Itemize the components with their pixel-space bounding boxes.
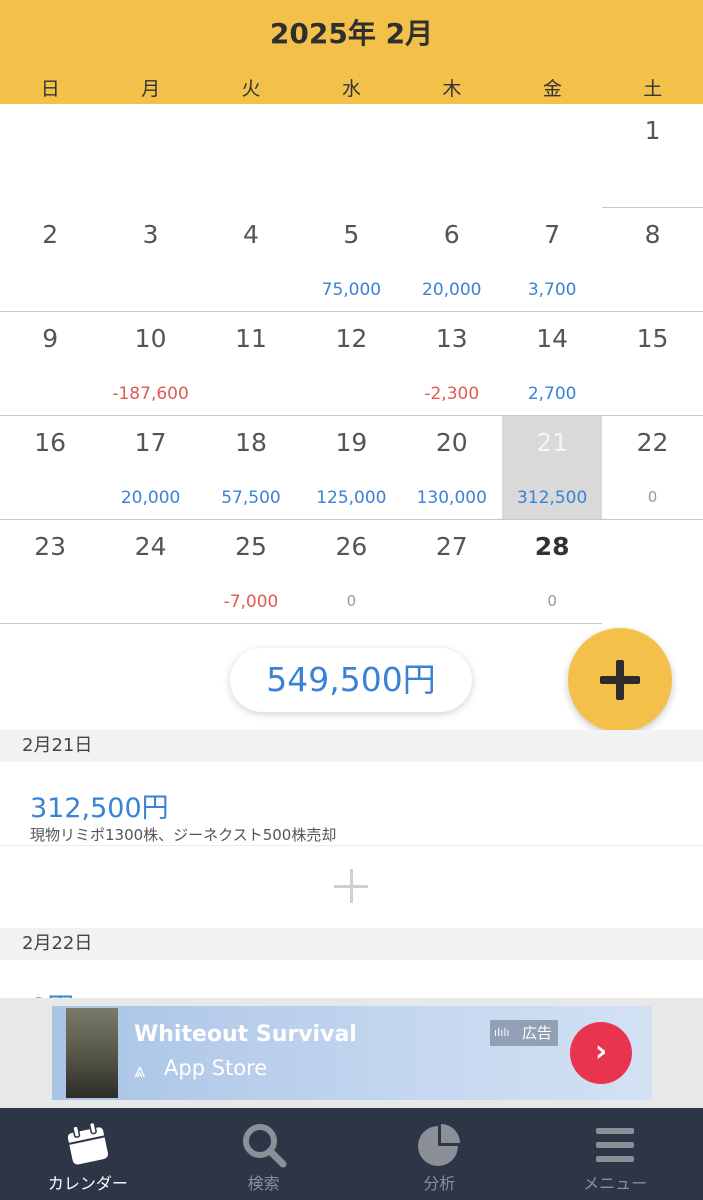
weekday-fri: 金	[542, 78, 562, 100]
calendar-day[interactable]: 27	[401, 520, 502, 624]
add-entry-row[interactable]	[0, 846, 703, 928]
calendar-week: 1	[0, 104, 703, 208]
calendar-day	[100, 104, 200, 208]
weekday-sat: 土	[643, 78, 663, 100]
calendar-day[interactable]: 25 -7,000	[200, 520, 302, 624]
calendar-day	[301, 104, 401, 208]
ad-badge: ıIılı 広告	[490, 1020, 558, 1046]
calendar-day[interactable]: 8	[602, 208, 703, 312]
calendar-day[interactable]: 1	[602, 104, 703, 208]
calendar-day[interactable]: 17 20,000	[100, 416, 201, 520]
plus-icon-vertical	[616, 660, 624, 700]
calendar-day-today[interactable]: 28 0	[501, 520, 603, 624]
section-date-header: 2月22日	[0, 928, 703, 960]
calendar-day[interactable]: 11	[200, 312, 302, 416]
section-date-header: 2月21日	[0, 730, 703, 762]
calendar-week: 2 3 4 5 75,000 6 20,000 7 3,700 8	[0, 208, 703, 312]
entry-row[interactable]: 312,500円 現物リミポ1300株、ジーネクスト500株売却	[0, 762, 703, 846]
entry-note: 現物リミポ1300株、ジーネクスト500株売却	[30, 826, 337, 844]
ad-open-button[interactable]: ›	[570, 1022, 632, 1084]
tab-label: 分析	[423, 1174, 456, 1193]
calendar-week: 23 24 25 -7,000 26 0 27 28 0	[0, 520, 703, 624]
tab-analysis[interactable]: 分析	[352, 1108, 528, 1200]
calendar-day[interactable]: 18 57,500	[200, 416, 302, 520]
calendar-day[interactable]: 5 75,000	[301, 208, 402, 312]
tab-menu[interactable]: メニュー	[527, 1108, 703, 1200]
calendar-day[interactable]: 14 2,700	[501, 312, 603, 416]
calendar-day[interactable]: 4	[200, 208, 302, 312]
calendar-day[interactable]: 20 130,000	[401, 416, 502, 520]
weekday-sun: 日	[40, 78, 60, 100]
calendar-day-selected[interactable]: 21 312,500	[501, 416, 603, 520]
ad-thumbnail	[66, 1008, 118, 1098]
calendar-day[interactable]: 23	[0, 520, 101, 624]
menu-icon	[596, 1128, 635, 1162]
search-icon	[242, 1124, 287, 1168]
weekday-row: 日 月 火 水 木 金 土	[0, 74, 703, 104]
entry-amount: 312,500円	[30, 793, 169, 824]
weekday-thu: 木	[442, 78, 462, 100]
calendar-day[interactable]: 10 -187,600	[100, 312, 201, 416]
calendar-grid: 1 2 3 4 5 75,000 6 20,000 7 3,700 8 9 10 -18…	[0, 104, 703, 624]
calendar-day[interactable]: 2	[0, 208, 101, 312]
calendar-day[interactable]: 9	[0, 312, 101, 416]
calendar-day[interactable]: 19 125,000	[301, 416, 402, 520]
app-store-icon: ⩓	[134, 1058, 146, 1082]
weekday-mon: 月	[141, 78, 161, 100]
ad-banner-area: Whiteout Survival ⩓ App Store ıIılı 広告 ›	[0, 998, 703, 1108]
calendar-day[interactable]: 16	[0, 416, 101, 520]
calendar-day	[502, 104, 602, 208]
month-title[interactable]: 2025年 2月	[0, 12, 703, 52]
ad-banner[interactable]: Whiteout Survival ⩓ App Store ıIılı 広告 ›	[52, 1006, 652, 1100]
calendar-day	[602, 520, 702, 624]
calendar-day[interactable]: 12	[301, 312, 402, 416]
total-area: 549,500円	[0, 624, 703, 732]
calendar-day[interactable]: 15	[602, 312, 703, 416]
calendar-day[interactable]: 3	[100, 208, 201, 312]
calendar-header: 2025年 2月 日 月 火 水 木 金 土	[0, 0, 703, 104]
entry-row[interactable]	[0, 960, 703, 998]
pie-chart-icon	[418, 1124, 461, 1166]
calendar-day[interactable]: 13 -2,300	[401, 312, 502, 416]
weekday-tue: 火	[241, 78, 261, 100]
calendar-day	[402, 104, 502, 208]
weekday-wed: 水	[341, 78, 361, 100]
monthly-total[interactable]: 549,500円	[230, 648, 472, 712]
ad-signal-icon: ıIılı	[494, 1026, 510, 1039]
tab-bar: カレンダー 検索 分析 メニュー	[0, 1108, 703, 1200]
calendar-day[interactable]: 22 0	[602, 416, 703, 520]
tab-search[interactable]: 検索	[176, 1108, 352, 1200]
calendar-day[interactable]: 7 3,700	[501, 208, 603, 312]
calendar-day[interactable]: 26 0	[301, 520, 402, 624]
ad-app-name: Whiteout Survival	[134, 1022, 357, 1047]
calendar-icon	[67, 1121, 108, 1165]
tab-label: メニュー	[583, 1174, 648, 1193]
add-plus-icon-vertical	[350, 869, 353, 903]
ad-store-label: App Store	[164, 1056, 268, 1080]
calendar-week: 16 17 20,000 18 57,500 19 125,000 20 130,000…	[0, 416, 703, 520]
tab-label: 検索	[247, 1174, 280, 1193]
calendar-day	[201, 104, 301, 208]
calendar-day[interactable]: 24	[100, 520, 201, 624]
calendar-day[interactable]: 6 20,000	[401, 208, 502, 312]
calendar-week: 9 10 -187,600 11 12 13 -2,300 14 2,700 15	[0, 312, 703, 416]
ad-badge-label: 広告	[521, 1024, 552, 1042]
add-entry-button[interactable]	[568, 628, 672, 732]
calendar-day	[0, 104, 100, 208]
tab-label: カレンダー	[47, 1174, 128, 1193]
tab-calendar[interactable]: カレンダー	[0, 1108, 176, 1200]
